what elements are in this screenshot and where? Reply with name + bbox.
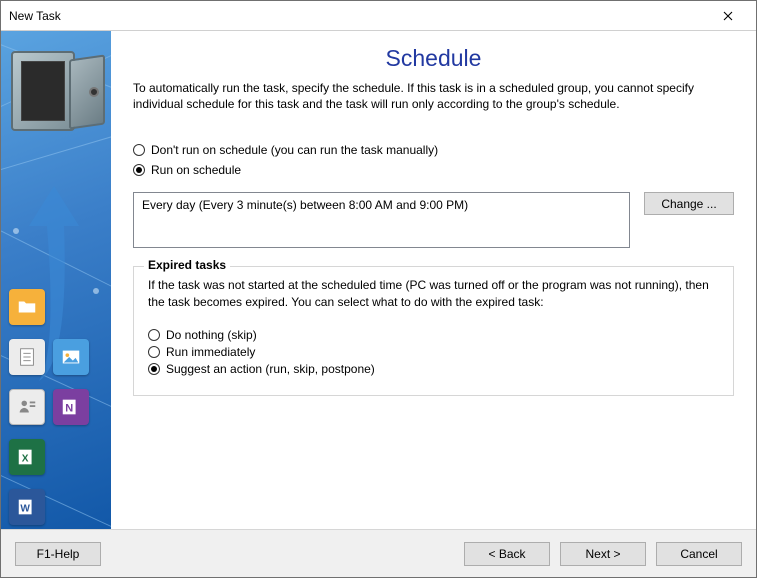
radio-expired-run[interactable]: Run immediately — [148, 345, 719, 359]
radio-icon — [133, 164, 145, 176]
radio-label: Do nothing (skip) — [166, 328, 257, 342]
image-icon — [53, 339, 89, 375]
next-button-label: Next > — [585, 547, 620, 561]
schedule-summary-text: Every day (Every 3 minute(s) between 8:0… — [142, 198, 468, 212]
help-button-label: F1-Help — [37, 547, 80, 561]
radio-label: Suggest an action (run, skip, postpone) — [166, 362, 375, 376]
radio-label: Don't run on schedule (you can run the t… — [151, 143, 438, 157]
expired-legend: Expired tasks — [144, 258, 230, 272]
sidebar-app-icons: N X W — [9, 289, 103, 529]
radio-icon — [148, 346, 160, 358]
page-description: To automatically run the task, specify t… — [133, 80, 734, 112]
back-button-label: < Back — [488, 547, 525, 561]
folder-icon — [9, 289, 45, 325]
change-button-label: Change ... — [661, 197, 716, 211]
radio-icon — [133, 144, 145, 156]
wizard-sidebar: N X W — [1, 31, 111, 529]
radio-icon — [148, 363, 160, 375]
close-button[interactable] — [708, 2, 748, 30]
radio-label: Run on schedule — [151, 163, 241, 177]
excel-icon: X — [9, 439, 45, 475]
schedule-row: Every day (Every 3 minute(s) between 8:0… — [133, 192, 734, 248]
cancel-button-label: Cancel — [680, 547, 717, 561]
document-icon — [9, 339, 45, 375]
change-button[interactable]: Change ... — [644, 192, 734, 215]
help-button[interactable]: F1-Help — [15, 542, 101, 566]
contacts-icon — [9, 389, 45, 425]
radio-icon — [148, 329, 160, 341]
radio-label: Run immediately — [166, 345, 255, 359]
window-title: New Task — [9, 9, 708, 23]
svg-text:X: X — [22, 454, 29, 465]
radio-dont-run-schedule[interactable]: Don't run on schedule (you can run the t… — [133, 143, 734, 157]
schedule-summary-box: Every day (Every 3 minute(s) between 8:0… — [133, 192, 630, 248]
dialog-footer: F1-Help < Back Next > Cancel — [1, 529, 756, 577]
main-panel: Schedule To automatically run the task, … — [111, 31, 756, 529]
expired-tasks-fieldset: Expired tasks If the task was not starte… — [133, 266, 734, 395]
radio-expired-skip[interactable]: Do nothing (skip) — [148, 328, 719, 342]
close-icon — [723, 11, 733, 21]
onenote-icon: N — [53, 389, 89, 425]
svg-text:W: W — [20, 504, 30, 515]
radio-expired-suggest[interactable]: Suggest an action (run, skip, postpone) — [148, 362, 719, 376]
page-heading: Schedule — [133, 45, 734, 72]
dialog-body: N X W Schedule To automatically run the … — [1, 31, 756, 529]
expired-description: If the task was not started at the sched… — [148, 277, 719, 309]
svg-text:N: N — [65, 403, 73, 415]
titlebar: New Task — [1, 1, 756, 31]
new-task-dialog: New Task — [0, 0, 757, 578]
radio-run-on-schedule[interactable]: Run on schedule — [133, 163, 734, 177]
word-icon: W — [9, 489, 45, 525]
safe-illustration — [11, 41, 101, 141]
next-button[interactable]: Next > — [560, 542, 646, 566]
cancel-button[interactable]: Cancel — [656, 542, 742, 566]
back-button[interactable]: < Back — [464, 542, 550, 566]
